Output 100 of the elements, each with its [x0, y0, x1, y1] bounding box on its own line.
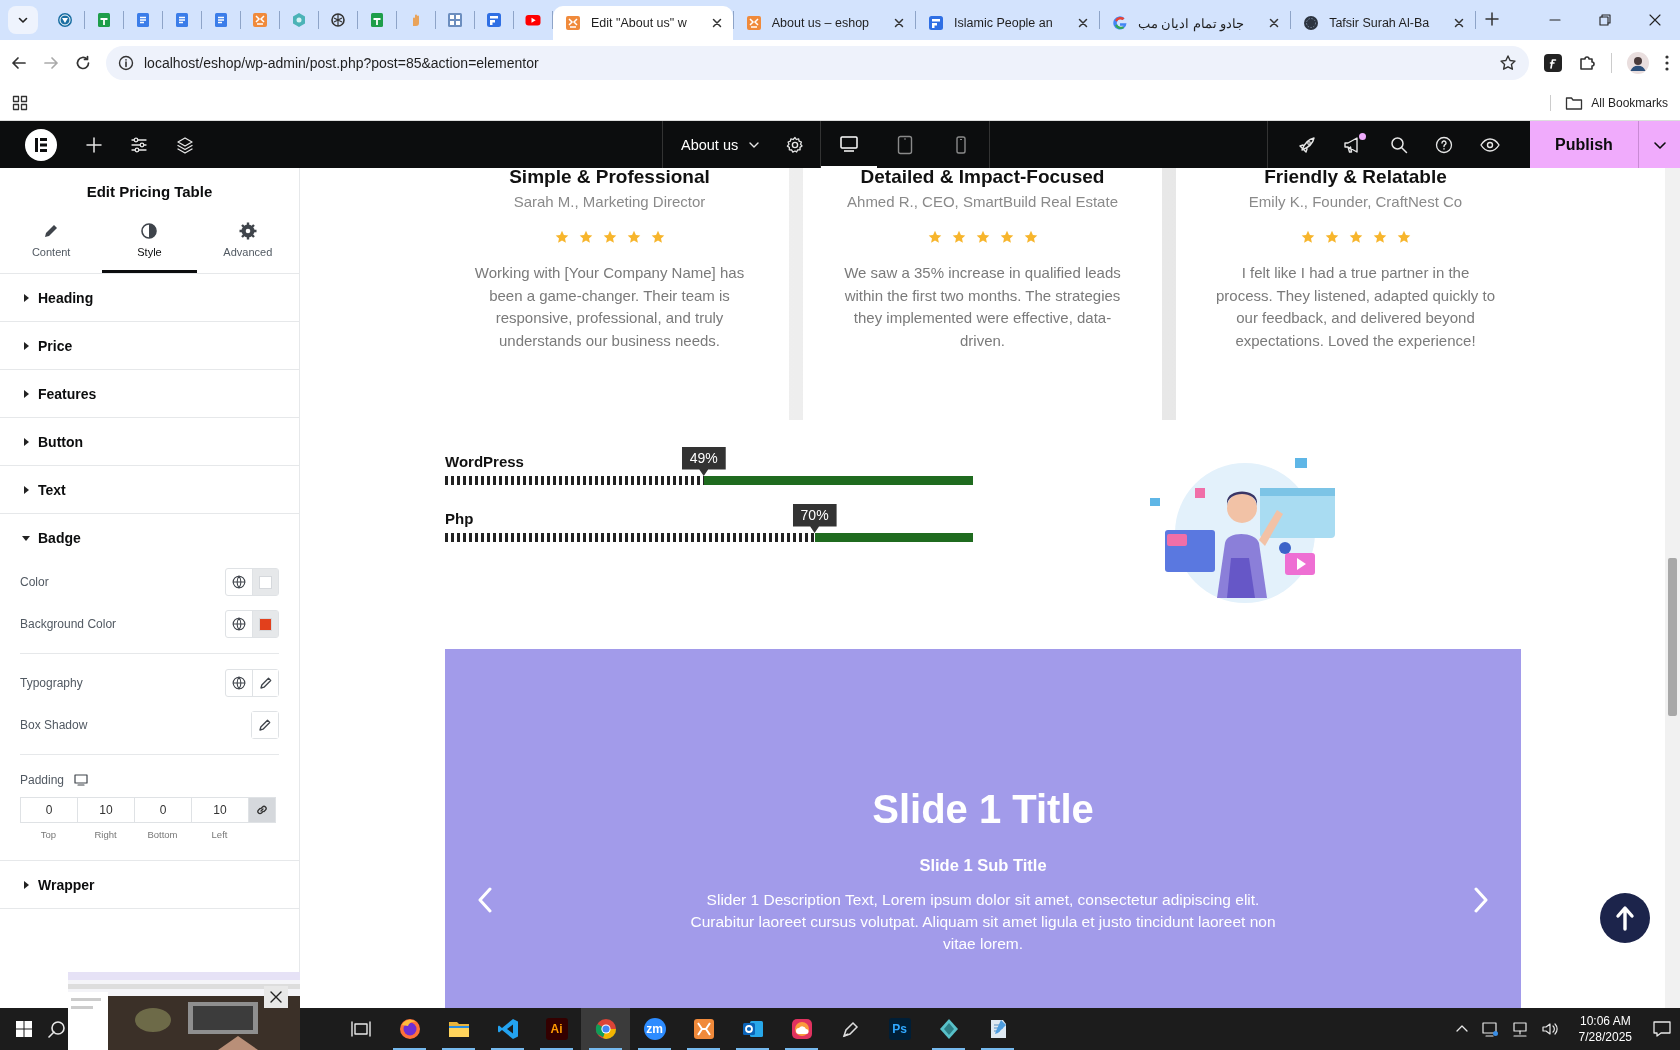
edit-icon[interactable] — [258, 676, 273, 690]
section-header[interactable]: Badge — [0, 514, 299, 561]
section-header[interactable]: Features — [0, 370, 299, 417]
scrollbar-thumb[interactable] — [1668, 558, 1677, 716]
sliders-icon[interactable] — [130, 135, 148, 154]
globe-icon[interactable] — [232, 575, 246, 589]
padding-input[interactable]: 0 — [20, 797, 78, 823]
caret-right-icon[interactable] — [22, 485, 30, 494]
link-icon[interactable] — [255, 803, 269, 817]
section-header[interactable]: Button — [0, 418, 299, 465]
browser-tab[interactable]: Edit "About us" w — [553, 6, 733, 40]
section-header[interactable]: Text — [0, 466, 299, 513]
browser-tab[interactable]: Tafsir Surah Al-Ba — [1291, 6, 1476, 40]
reload-icon[interactable] — [74, 53, 92, 72]
caret-right-icon[interactable] — [22, 880, 30, 889]
caret-right-icon[interactable] — [22, 437, 30, 446]
notifications-icon[interactable] — [1652, 1020, 1672, 1038]
rocket-icon[interactable] — [1298, 135, 1316, 154]
close-icon[interactable] — [1648, 13, 1662, 27]
clock[interactable]: 10:06 AM 7/28/2025 — [1570, 1013, 1640, 1045]
elementor-logo-icon[interactable] — [24, 127, 58, 162]
panel-tab[interactable]: Style — [102, 213, 197, 273]
form-icon — [486, 12, 502, 28]
video-play-icon — [525, 12, 541, 28]
padding-input[interactable]: 0 — [134, 797, 192, 823]
page-selector[interactable]: About us — [681, 136, 761, 153]
contrast-icon[interactable] — [140, 222, 159, 240]
info-icon[interactable] — [118, 54, 134, 71]
code-editor-icon[interactable] — [495, 1017, 520, 1041]
extension-logo-icon[interactable] — [1543, 52, 1563, 73]
caret-right-icon[interactable] — [22, 293, 30, 302]
preview-icon[interactable] — [1480, 136, 1500, 153]
control-label: Color — [20, 575, 49, 589]
circle-logo-icon — [1303, 15, 1320, 31]
spreadsheet-icon — [96, 12, 112, 28]
search-icon[interactable] — [1390, 135, 1408, 154]
apps-icon[interactable] — [12, 94, 28, 111]
help-icon[interactable] — [1435, 135, 1453, 154]
section-header[interactable]: Heading — [0, 274, 299, 321]
browser-globe-icon[interactable] — [397, 1017, 422, 1041]
settings-icon[interactable] — [238, 222, 257, 240]
spreadsheet-icon — [369, 12, 385, 28]
percentage-tooltip: 49% — [681, 447, 726, 476]
color-swatch[interactable] — [252, 569, 278, 595]
server-logo-icon[interactable] — [691, 1017, 716, 1041]
input-caption: Left — [211, 829, 228, 840]
star-icon[interactable] — [1499, 53, 1517, 72]
remote-desktop-icon[interactable] — [1480, 1020, 1499, 1038]
close-button[interactable] — [264, 986, 288, 1008]
slide-subtitle: Slide 1 Sub Title — [919, 856, 1047, 875]
edit-icon[interactable] — [258, 718, 272, 732]
caret-down-icon[interactable] — [22, 533, 30, 542]
close-icon[interactable] — [270, 991, 282, 1003]
browser-tab[interactable]: Islamic People an — [916, 6, 1099, 40]
link-values-button[interactable] — [248, 797, 276, 823]
hexagon-icon — [291, 12, 307, 28]
app-logo-icon[interactable]: Ps — [888, 1018, 911, 1040]
globe-icon[interactable] — [232, 676, 246, 690]
add-icon[interactable] — [86, 136, 102, 153]
bookmarks-folder[interactable]: All Bookmarks — [1591, 95, 1668, 110]
arrow-up-icon[interactable] — [1615, 905, 1635, 931]
document-icon — [174, 12, 190, 28]
network-icon[interactable] — [1510, 1020, 1529, 1038]
address-bar[interactable]: localhost/eshop/wp-admin/post.php?post=85&action=elementor — [106, 45, 1529, 80]
task-view-icon[interactable] — [350, 1019, 371, 1039]
section-header[interactable]: Price — [0, 322, 299, 369]
testimonial-title: Detailed & Impact-Focused — [860, 168, 1105, 188]
folder-icon[interactable] — [1565, 94, 1584, 111]
active-app-highlight[interactable] — [581, 1008, 630, 1050]
chrome-icon[interactable] — [593, 1017, 618, 1041]
section-header[interactable]: Wrapper — [0, 861, 299, 908]
browser-tab[interactable]: جادو تمام ادیان مب — [1099, 6, 1291, 40]
caret-right-icon[interactable] — [22, 389, 30, 398]
caret-right-icon[interactable] — [22, 341, 30, 350]
tab-search-button[interactable] — [8, 6, 38, 34]
padding-input[interactable]: 10 — [77, 797, 135, 823]
restore-icon[interactable] — [1598, 13, 1612, 27]
panel-tab[interactable]: Advanced — [200, 213, 295, 273]
scroll-to-top-button[interactable] — [1600, 893, 1650, 943]
browser-tab[interactable]: About us – eshop — [733, 6, 916, 40]
panel-tab[interactable]: Content — [4, 213, 99, 273]
control-label: Background Color — [20, 617, 117, 631]
settings-icon[interactable] — [786, 135, 805, 154]
cloud-app-icon[interactable] — [789, 1017, 814, 1041]
windows-start-icon[interactable] — [15, 1020, 33, 1038]
knot-logo-icon — [330, 12, 346, 28]
server-logo-icon — [252, 12, 268, 28]
avatar-icon[interactable] — [1626, 50, 1650, 75]
layers-icon[interactable] — [176, 135, 194, 154]
input-caption: Bottom — [147, 829, 178, 840]
publish-button[interactable]: Publish — [1530, 121, 1638, 168]
new-tab-icon[interactable] — [1484, 10, 1501, 27]
search-icon[interactable] — [48, 1020, 66, 1038]
document-icon — [135, 12, 151, 28]
globe-icon[interactable] — [232, 617, 246, 631]
testimonial-author: Ahmed R., CEO, SmartBuild Real Estate — [847, 193, 1118, 210]
color-swatch[interactable] — [252, 611, 278, 637]
document-icon — [213, 12, 229, 28]
app-logo-icon[interactable]: Ai — [545, 1018, 568, 1040]
control-label: Typography — [20, 676, 83, 690]
